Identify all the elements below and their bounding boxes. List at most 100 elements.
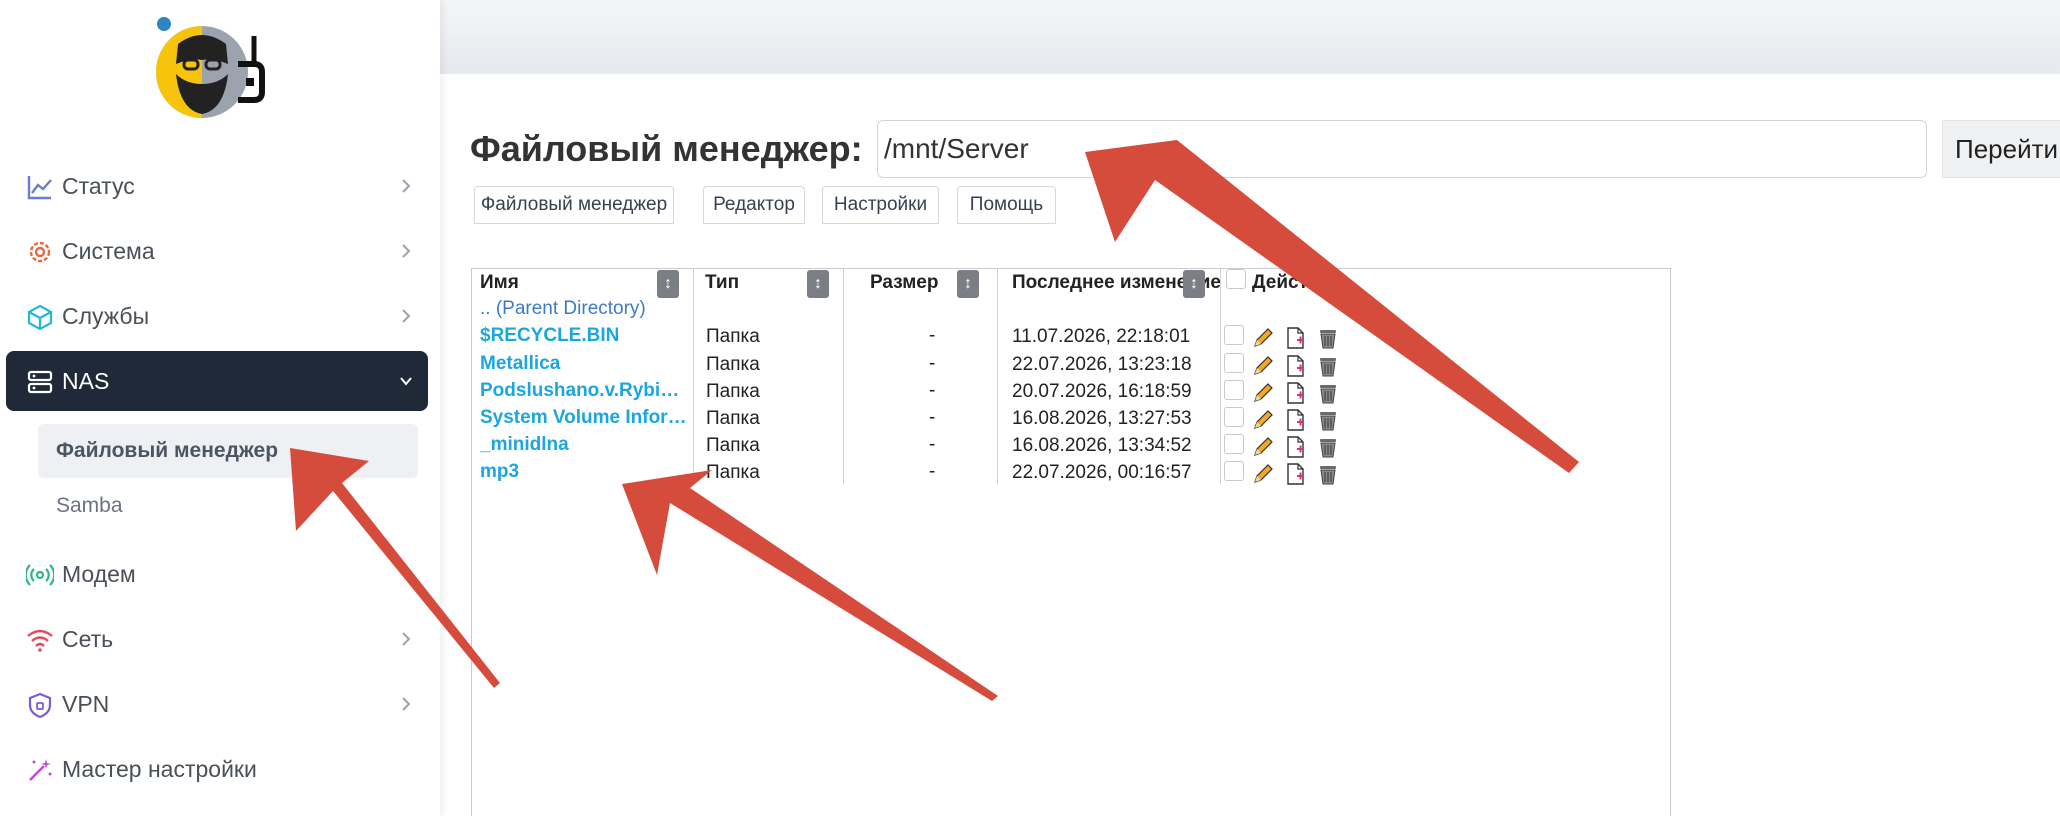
- tab-editor[interactable]: Редактор: [703, 186, 805, 224]
- sidebar-subitem-file-manager[interactable]: Файловый менеджер: [38, 424, 418, 478]
- file-size: -: [929, 461, 936, 482]
- folder-name-link[interactable]: _minidlna: [480, 434, 690, 456]
- chevron-right-icon: [402, 697, 411, 711]
- file-type: Папка: [706, 435, 760, 456]
- table-row: Metallica Папка - 22.07.2026, 13:23:18: [471, 351, 1671, 378]
- chevron-right-icon: [402, 632, 411, 646]
- folder-name-link[interactable]: mp3: [480, 461, 690, 483]
- sidebar-item-label: NAS: [62, 367, 110, 394]
- column-header-name[interactable]: Имя: [480, 272, 519, 294]
- modified-date: 22.07.2026, 13:23:18: [1012, 354, 1192, 375]
- file-icon[interactable]: [1283, 326, 1307, 350]
- column-header-type[interactable]: Тип: [705, 272, 739, 294]
- chevron-down-icon: [400, 377, 412, 386]
- row-checkbox[interactable]: [1224, 434, 1244, 454]
- modified-date: 16.08.2026, 13:34:52: [1012, 435, 1192, 456]
- tab-file-manager[interactable]: Файловый менеджер: [474, 186, 674, 224]
- file-icon[interactable]: [1283, 462, 1307, 486]
- go-button[interactable]: Перейти: [1942, 120, 2060, 178]
- tab-settings[interactable]: Настройки: [822, 186, 939, 224]
- file-size: -: [929, 434, 936, 455]
- chevron-right-icon: [402, 244, 411, 258]
- folder-name-link[interactable]: $RECYCLE.BIN: [480, 325, 690, 347]
- row-checkbox[interactable]: [1224, 407, 1244, 427]
- file-icon[interactable]: [1283, 408, 1307, 432]
- trash-icon[interactable]: [1316, 408, 1340, 432]
- pencil-icon[interactable]: [1251, 435, 1275, 459]
- pencil-icon[interactable]: [1251, 462, 1275, 486]
- file-icon[interactable]: [1283, 354, 1307, 378]
- file-type: Папка: [706, 462, 760, 483]
- sidebar-item-label: Мастер настройки: [62, 755, 257, 782]
- file-type: Папка: [706, 408, 760, 429]
- top-bar: [440, 0, 2060, 74]
- pencil-icon[interactable]: [1251, 354, 1275, 378]
- sidebar-item-nas[interactable]: NAS: [6, 351, 428, 411]
- column-header-size[interactable]: Размер: [870, 272, 938, 294]
- trash-icon[interactable]: [1316, 435, 1340, 459]
- sort-name-button[interactable]: ↕: [657, 270, 679, 298]
- select-all-checkbox[interactable]: [1226, 269, 1246, 289]
- sidebar-item-status[interactable]: Статус: [6, 156, 428, 216]
- trash-icon[interactable]: [1316, 462, 1340, 486]
- file-size: -: [929, 325, 936, 346]
- pencil-icon[interactable]: [1251, 326, 1275, 350]
- sidebar-item-system[interactable]: Система: [6, 221, 428, 281]
- sidebar-item-modem[interactable]: Модем: [6, 544, 428, 604]
- row-checkbox[interactable]: [1224, 353, 1244, 373]
- row-checkbox[interactable]: [1224, 325, 1244, 345]
- modified-date: 22.07.2026, 00:16:57: [1012, 462, 1192, 483]
- file-size: -: [929, 407, 936, 428]
- chart-line-icon: [27, 176, 52, 200]
- file-size: -: [929, 380, 936, 401]
- sidebar-item-setup-wizard[interactable]: Мастер настройки: [6, 739, 428, 799]
- magic-wand-icon: [29, 759, 52, 781]
- sidebar-item-label: Статус: [62, 172, 135, 199]
- modified-date: 16.08.2026, 13:27:53: [1012, 408, 1192, 429]
- tab-help[interactable]: Помощь: [957, 186, 1056, 224]
- pencil-icon[interactable]: [1251, 381, 1275, 405]
- bearded-router-logo[interactable]: [150, 14, 285, 124]
- sidebar-item-label: VPN: [62, 690, 110, 717]
- file-type: Папка: [706, 354, 760, 375]
- path-input[interactable]: [877, 120, 1927, 178]
- sidebar-item-vpn[interactable]: VPN: [6, 674, 428, 734]
- row-checkbox[interactable]: [1224, 461, 1244, 481]
- file-icon[interactable]: [1283, 381, 1307, 405]
- trash-icon[interactable]: [1316, 354, 1340, 378]
- sidebar-item-label: Сеть: [62, 625, 114, 652]
- table-row: mp3 Папка - 22.07.2026, 00:16:57: [471, 459, 1671, 486]
- file-type: Папка: [706, 326, 760, 347]
- sort-modified-button[interactable]: ↕: [1183, 270, 1205, 298]
- shield-icon: [28, 692, 52, 719]
- page-title: Файловый менеджер:: [470, 128, 863, 169]
- table-row: Podslushano.v.Rybinske Папка - 20.07.2026, …: [471, 378, 1671, 405]
- modified-date: 11.07.2026, 22:18:01: [1012, 326, 1191, 347]
- folder-name-link[interactable]: Metallica: [480, 353, 690, 375]
- sidebar-item-label: Система: [62, 237, 155, 264]
- wifi-icon: [27, 629, 53, 652]
- pencil-icon[interactable]: [1251, 408, 1275, 432]
- broadcast-icon: [26, 564, 54, 586]
- trash-icon[interactable]: [1316, 381, 1340, 405]
- sort-size-button[interactable]: ↕: [957, 270, 979, 298]
- trash-icon[interactable]: [1316, 326, 1340, 350]
- sidebar-item-label: Модем: [62, 560, 136, 587]
- folder-name-link[interactable]: Podslushano.v.Rybinske: [480, 380, 690, 402]
- parent-directory-link[interactable]: .. (Parent Directory): [480, 298, 646, 320]
- row-checkbox[interactable]: [1224, 380, 1244, 400]
- server-icon: [27, 370, 53, 394]
- folder-name-link[interactable]: System Volume Information: [480, 407, 690, 429]
- sidebar-item-services[interactable]: Службы: [6, 286, 428, 346]
- cube-icon: [27, 304, 53, 331]
- modified-date: 20.07.2026, 16:18:59: [1012, 381, 1192, 402]
- sort-type-button[interactable]: ↕: [807, 270, 829, 298]
- sidebar-subitem-samba[interactable]: Samba: [38, 479, 418, 533]
- file-size: -: [929, 353, 936, 374]
- file-icon[interactable]: [1283, 435, 1307, 459]
- file-type: Папка: [706, 381, 760, 402]
- table-row: System Volume Information Папка - 16.08.202…: [471, 405, 1671, 432]
- gear-icon: [29, 241, 51, 263]
- sidebar-item-label: Службы: [62, 302, 150, 329]
- sidebar-item-network[interactable]: Сеть: [6, 609, 428, 669]
